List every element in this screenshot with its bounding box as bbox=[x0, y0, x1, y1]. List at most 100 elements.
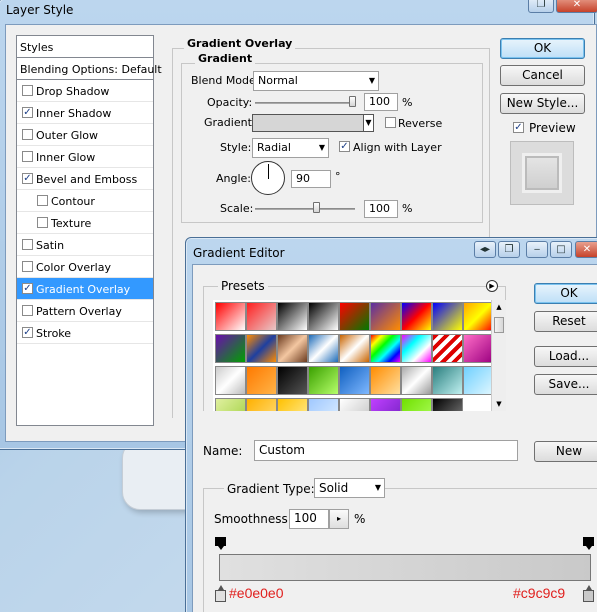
preview-checkbox[interactable]: ✓ bbox=[513, 122, 524, 133]
preset-swatch[interactable] bbox=[463, 366, 491, 395]
preset-swatch[interactable] bbox=[246, 302, 277, 331]
preset-swatch[interactable] bbox=[308, 334, 339, 363]
preset-swatch[interactable] bbox=[277, 302, 308, 331]
preset-swatch[interactable] bbox=[308, 366, 339, 395]
style-item-inner-glow[interactable]: Inner Glow bbox=[17, 146, 153, 168]
preset-swatch[interactable] bbox=[432, 366, 463, 395]
preset-swatch[interactable] bbox=[401, 302, 432, 331]
preset-swatch[interactable] bbox=[339, 302, 370, 331]
scale-slider-thumb[interactable] bbox=[313, 202, 320, 213]
preset-swatch[interactable] bbox=[246, 398, 277, 411]
preset-swatch[interactable] bbox=[215, 302, 246, 331]
preset-swatch[interactable] bbox=[339, 334, 370, 363]
style-checkbox[interactable]: ✓ bbox=[22, 173, 33, 184]
smoothness-stepper-button[interactable]: ▸ bbox=[329, 509, 349, 529]
preset-swatch[interactable] bbox=[215, 334, 246, 363]
align-with-layer-checkbox[interactable]: ✓ bbox=[339, 141, 350, 152]
preset-swatch[interactable] bbox=[370, 366, 401, 395]
preset-swatch[interactable] bbox=[308, 302, 339, 331]
preset-swatch[interactable] bbox=[432, 302, 463, 331]
preset-swatch[interactable] bbox=[308, 398, 339, 411]
scroll-up-icon[interactable]: ▲ bbox=[492, 300, 506, 314]
presets-scrollbar[interactable]: ▲ ▼ bbox=[491, 300, 506, 411]
style-checkbox[interactable] bbox=[22, 129, 33, 140]
style-item-drop-shadow[interactable]: Drop Shadow bbox=[17, 80, 153, 102]
style-checkbox[interactable] bbox=[22, 305, 33, 316]
style-checkbox[interactable]: ✓ bbox=[22, 107, 33, 118]
color-stop-left[interactable] bbox=[215, 585, 226, 603]
preset-swatch[interactable] bbox=[215, 366, 246, 395]
name-field[interactable]: Custom bbox=[254, 440, 518, 461]
style-item-inner-shadow[interactable]: ✓ Inner Shadow bbox=[17, 102, 153, 124]
style-checkbox[interactable]: ✓ bbox=[22, 327, 33, 338]
preset-swatch[interactable] bbox=[215, 398, 246, 411]
style-item-stroke[interactable]: ✓ Stroke bbox=[17, 322, 153, 344]
style-item-blending-options-default[interactable]: Blending Options: Default bbox=[17, 58, 162, 80]
editor-ok-button[interactable]: OK bbox=[534, 283, 597, 304]
reset-button[interactable]: Reset bbox=[534, 311, 597, 332]
style-checkbox[interactable] bbox=[37, 195, 48, 206]
preset-swatch[interactable] bbox=[432, 334, 463, 363]
opacity-slider[interactable] bbox=[255, 102, 355, 104]
new-style-button[interactable]: New Style... bbox=[500, 93, 585, 114]
preset-swatch[interactable] bbox=[277, 366, 308, 395]
style-checkbox[interactable] bbox=[22, 151, 33, 162]
angle-field[interactable]: 90 bbox=[291, 170, 331, 188]
presets-menu-icon[interactable]: ▶ bbox=[486, 280, 498, 292]
preset-swatch[interactable] bbox=[370, 302, 401, 331]
preset-swatch[interactable] bbox=[277, 398, 308, 411]
restore-window-button[interactable]: ❐ bbox=[528, 0, 554, 13]
cancel-button[interactable]: Cancel bbox=[500, 65, 585, 86]
angle-dial[interactable] bbox=[251, 161, 285, 195]
style-item-texture[interactable]: Texture bbox=[17, 212, 153, 234]
preset-swatch[interactable] bbox=[463, 302, 491, 331]
preset-swatch[interactable] bbox=[339, 398, 370, 411]
preset-swatch[interactable] bbox=[370, 334, 401, 363]
gradient-type-select[interactable]: Solid ▼ bbox=[314, 478, 385, 498]
gradient-bar[interactable] bbox=[219, 554, 591, 581]
close-icon[interactable]: ✕ bbox=[575, 241, 597, 258]
preset-swatch[interactable] bbox=[401, 334, 432, 363]
scroll-down-icon[interactable]: ▼ bbox=[492, 397, 506, 411]
scale-slider[interactable] bbox=[255, 208, 355, 210]
ok-button[interactable]: OK bbox=[500, 38, 585, 59]
style-item-satin[interactable]: Satin bbox=[17, 234, 153, 256]
opacity-field[interactable]: 100 bbox=[364, 93, 398, 111]
style-item-outer-glow[interactable]: Outer Glow bbox=[17, 124, 153, 146]
style-item-pattern-overlay[interactable]: Pattern Overlay bbox=[17, 300, 153, 322]
close-window-button[interactable]: ✕ bbox=[556, 0, 597, 13]
preset-swatch[interactable] bbox=[339, 366, 370, 395]
preset-swatch[interactable] bbox=[246, 366, 277, 395]
load-button[interactable]: Load... bbox=[534, 346, 597, 367]
scroll-thumb[interactable] bbox=[494, 317, 504, 333]
style-item-styles[interactable]: Styles bbox=[17, 36, 153, 58]
style-item-contour[interactable]: Contour bbox=[17, 190, 153, 212]
opacity-slider-thumb[interactable] bbox=[349, 96, 356, 107]
preset-swatch[interactable] bbox=[370, 398, 401, 411]
scale-field[interactable]: 100 bbox=[364, 200, 398, 218]
new-gradient-button[interactable]: New bbox=[534, 441, 597, 462]
maximize-icon[interactable]: □ bbox=[550, 241, 572, 258]
gradient-preview-swatch[interactable] bbox=[252, 114, 364, 132]
preset-swatch[interactable] bbox=[246, 334, 277, 363]
color-stop-right[interactable] bbox=[583, 585, 594, 603]
restore-icon[interactable]: ❐ bbox=[498, 241, 520, 258]
reverse-checkbox[interactable] bbox=[385, 117, 396, 128]
preset-swatch[interactable] bbox=[432, 398, 463, 411]
style-item-bevel-and-emboss[interactable]: ✓ Bevel and Emboss bbox=[17, 168, 153, 190]
preset-swatch[interactable] bbox=[463, 334, 491, 363]
style-item-color-overlay[interactable]: Color Overlay bbox=[17, 256, 153, 278]
save-button[interactable]: Save... bbox=[534, 374, 597, 395]
style-checkbox[interactable] bbox=[22, 261, 33, 272]
opacity-stop-right[interactable] bbox=[583, 537, 594, 550]
smoothness-field[interactable]: 100 bbox=[289, 509, 329, 529]
style-select[interactable]: Radial ▼ bbox=[252, 138, 329, 158]
style-item-gradient-overlay[interactable]: ✓ Gradient Overlay bbox=[17, 278, 153, 300]
minimize-icon[interactable]: ‒ bbox=[526, 241, 548, 258]
preset-swatch[interactable] bbox=[277, 334, 308, 363]
gradient-picker-button[interactable]: ▼ bbox=[363, 114, 374, 132]
opacity-stop-left[interactable] bbox=[215, 537, 226, 550]
style-checkbox[interactable] bbox=[37, 217, 48, 228]
style-checkbox[interactable]: ✓ bbox=[22, 283, 33, 294]
style-checkbox[interactable] bbox=[22, 239, 33, 250]
